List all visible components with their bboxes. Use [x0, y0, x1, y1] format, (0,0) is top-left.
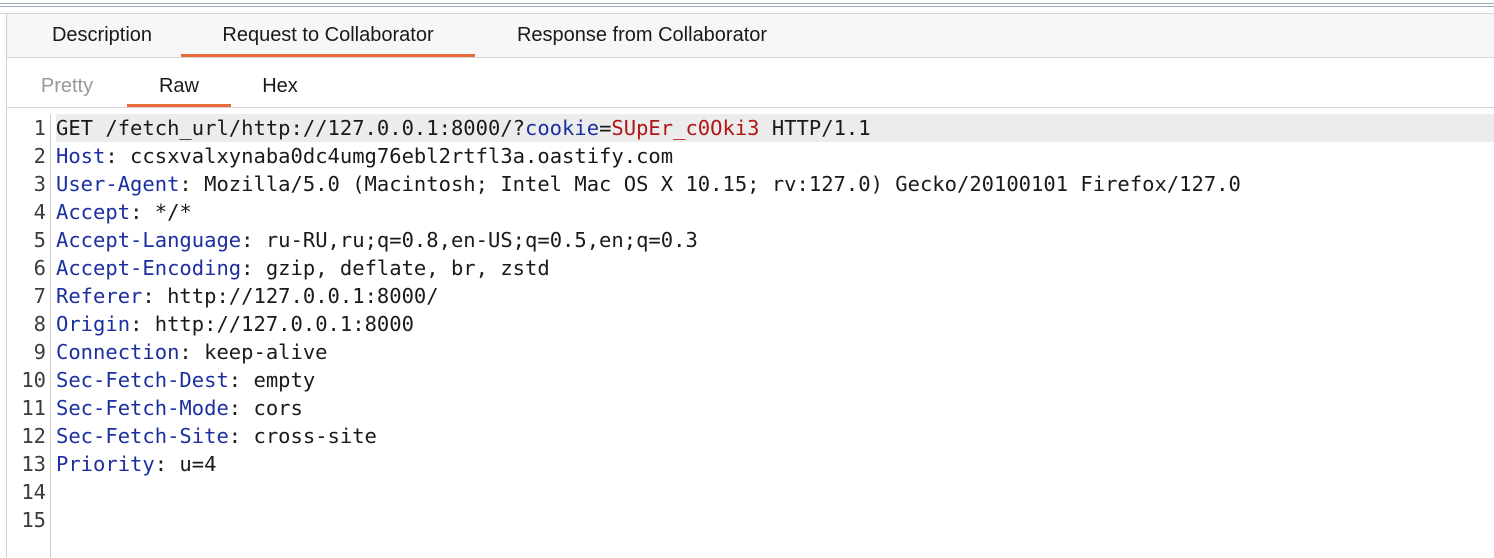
header-name: Accept-Encoding — [56, 256, 242, 280]
active-tab-indicator — [181, 54, 475, 57]
header-value: Mozilla/5.0 (Macintosh; Intel Mac OS X 1… — [191, 172, 1241, 196]
subtab-raw-label: Raw — [158, 75, 199, 97]
header-name: Sec-Fetch-Dest — [56, 368, 229, 392]
line-number: 10 — [21, 368, 46, 392]
header-name: Accept-Language — [56, 228, 242, 252]
header-name: Origin — [56, 312, 131, 336]
header-name: Sec-Fetch-Site — [56, 424, 229, 448]
header-value: ccsxvalxynaba0dc4umg76ebl2rtfl3a.oastify… — [117, 144, 674, 168]
header-name: Accept — [56, 200, 131, 224]
subtab-pretty-label: Pretty — [40, 75, 94, 97]
details-tab-bar: Description Request to Collaborator Resp… — [7, 14, 1494, 58]
line-number: 1 — [33, 116, 46, 140]
line-number: 7 — [33, 284, 46, 308]
header-line-user-agent[interactable]: User-Agent: Mozilla/5.0 (Macintosh; Inte… — [56, 170, 1494, 198]
request-line-suffix: HTTP/1.1 — [759, 116, 871, 140]
line-number: 13 — [21, 452, 46, 476]
tab-description[interactable]: Description — [21, 14, 183, 57]
line-number: 3 — [33, 172, 46, 196]
header-name: User-Agent — [56, 172, 180, 196]
request-text[interactable]: GET /fetch_url/http://127.0.0.1:8000/?co… — [56, 114, 1494, 534]
header-value: u=4 — [167, 452, 217, 476]
header-value: http://127.0.0.1:8000 — [142, 312, 414, 336]
view-mode-bar: Pretty Raw Hex — [7, 58, 1494, 108]
header-name: Priority — [56, 452, 155, 476]
line-number: 14 — [21, 480, 46, 504]
empty-line[interactable] — [56, 478, 1494, 506]
query-param-value: SUpEr_c0Oki3 — [611, 116, 760, 140]
header-value: http://127.0.0.1:8000/ — [154, 284, 439, 308]
request-line[interactable]: GET /fetch_url/http://127.0.0.1:8000/?co… — [56, 114, 1494, 142]
header-line-sec-fetch-dest[interactable]: Sec-Fetch-Dest: empty — [56, 366, 1494, 394]
subtab-hex-label: Hex — [262, 75, 298, 97]
header-name: Sec-Fetch-Mode — [56, 396, 229, 420]
empty-line[interactable] — [56, 506, 1494, 534]
header-value: ru-RU,ru;q=0.8,en-US;q=0.5,en;q=0.3 — [253, 228, 698, 252]
tab-description-label: Description — [51, 24, 153, 46]
header-value: */* — [142, 200, 192, 224]
line-number: 4 — [33, 200, 46, 224]
tab-response-from-collaborator[interactable]: Response from Collaborator — [487, 14, 797, 57]
header-line-accept-language[interactable]: Accept-Language: ru-RU,ru;q=0.8,en-US;q=… — [56, 226, 1494, 254]
line-number: 6 — [33, 256, 46, 280]
line-number: 8 — [33, 312, 46, 336]
header-line-accept[interactable]: Accept: */* — [56, 198, 1494, 226]
header-value: cross-site — [241, 424, 377, 448]
line-number: 12 — [21, 424, 46, 448]
active-subtab-indicator — [127, 104, 231, 107]
line-number-gutter: 1 2 3 4 5 6 7 8 9 10 11 12 13 14 15 — [7, 114, 51, 558]
header-line-origin[interactable]: Origin: http://127.0.0.1:8000 — [56, 310, 1494, 338]
header-line-referer[interactable]: Referer: http://127.0.0.1:8000/ — [56, 282, 1494, 310]
subtab-hex[interactable]: Hex — [243, 58, 317, 107]
header-line-accept-encoding[interactable]: Accept-Encoding: gzip, deflate, br, zstd — [56, 254, 1494, 282]
header-value: cors — [241, 396, 303, 420]
header-line-priority[interactable]: Priority: u=4 — [56, 450, 1494, 478]
subtab-pretty[interactable]: Pretty — [27, 58, 107, 107]
header-value: gzip, deflate, br, zstd — [253, 256, 550, 280]
line-number: 2 — [33, 144, 46, 168]
raw-request-editor[interactable]: 1 2 3 4 5 6 7 8 9 10 11 12 13 14 15 GET … — [7, 114, 1494, 558]
window-top-border — [0, 0, 1494, 14]
collaborator-details-panel: Description Request to Collaborator Resp… — [6, 14, 1494, 558]
line-number: 5 — [33, 228, 46, 252]
line-number: 11 — [21, 396, 46, 420]
header-line-sec-fetch-site[interactable]: Sec-Fetch-Site: cross-site — [56, 422, 1494, 450]
header-line-connection[interactable]: Connection: keep-alive — [56, 338, 1494, 366]
header-value: keep-alive — [191, 340, 328, 364]
header-value: empty — [241, 368, 316, 392]
query-param-name: cookie — [525, 116, 600, 140]
header-name: Referer — [56, 284, 143, 308]
line-number: 15 — [21, 508, 46, 532]
tab-request-to-collaborator[interactable]: Request to Collaborator — [181, 14, 475, 57]
header-line-sec-fetch-mode[interactable]: Sec-Fetch-Mode: cors — [56, 394, 1494, 422]
header-line-host[interactable]: Host: ccsxvalxynaba0dc4umg76ebl2rtfl3a.o… — [56, 142, 1494, 170]
header-name: Host — [56, 144, 106, 168]
header-name: Connection — [56, 340, 180, 364]
subtab-raw[interactable]: Raw — [127, 58, 231, 107]
request-line-prefix: GET /fetch_url/http://127.0.0.1:8000/? — [56, 116, 525, 140]
tab-request-label: Request to Collaborator — [222, 24, 434, 46]
query-param-equals: = — [599, 116, 612, 140]
line-number: 9 — [33, 340, 46, 364]
tab-response-label: Response from Collaborator — [516, 24, 768, 46]
